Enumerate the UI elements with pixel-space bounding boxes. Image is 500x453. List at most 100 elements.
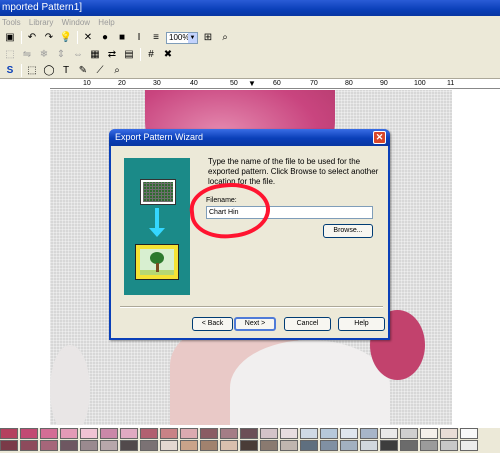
snowflake-icon[interactable]: ❄ — [37, 48, 51, 61]
zoom-select[interactable]: 100% ▼ — [166, 31, 198, 44]
italic-text-icon[interactable]: I — [132, 31, 146, 44]
full-cross-icon[interactable]: ✖ — [161, 48, 175, 61]
rectangle-select-icon[interactable]: ⬚ — [25, 64, 39, 77]
color-swatch[interactable] — [440, 440, 458, 451]
flip-vertical-icon[interactable]: ⇕ — [54, 48, 68, 61]
color-swatch[interactable] — [420, 440, 438, 451]
color-swatch[interactable] — [60, 428, 78, 439]
color-swatch[interactable] — [380, 428, 398, 439]
color-palette-icon[interactable]: ▦ — [88, 48, 102, 61]
lasso-select-icon[interactable]: ◯ — [42, 64, 56, 77]
color-swatch[interactable] — [240, 428, 258, 439]
color-swatch[interactable] — [220, 428, 238, 439]
color-swatch[interactable] — [80, 428, 98, 439]
mirror-icon[interactable]: ⇋ — [20, 48, 34, 61]
ruler-label: 30 — [153, 80, 161, 87]
color-swatch[interactable] — [400, 440, 418, 451]
color-swatch[interactable] — [40, 440, 58, 451]
color-swatch[interactable] — [200, 440, 218, 451]
cross-stitch-icon[interactable]: ✕ — [81, 31, 95, 44]
cancel-button[interactable]: Cancel — [284, 317, 331, 331]
color-swatch[interactable] — [80, 440, 98, 451]
color-swatch[interactable] — [320, 428, 338, 439]
palette-row — [0, 440, 500, 452]
undo-icon[interactable]: ↶ — [25, 31, 39, 44]
color-swatch[interactable] — [160, 440, 178, 451]
next-button[interactable]: Next > — [234, 317, 276, 331]
menu-window[interactable]: Window — [62, 18, 90, 27]
toolbar-separator — [140, 47, 141, 61]
close-icon[interactable]: ✕ — [373, 131, 386, 144]
window-title-bar: mported Pattern1] — [0, 0, 500, 16]
menu-library[interactable]: Library — [29, 18, 53, 27]
select-region-icon[interactable]: ⬚ — [3, 48, 17, 61]
color-swatch[interactable] — [200, 428, 218, 439]
bead-icon[interactable]: ● — [98, 31, 112, 44]
color-swatch[interactable] — [140, 428, 158, 439]
color-swatch[interactable] — [180, 440, 198, 451]
paste-icon[interactable]: ▣ — [3, 31, 17, 44]
back-button[interactable]: < Back — [192, 317, 233, 331]
color-swatch[interactable] — [300, 428, 318, 439]
color-swatch[interactable] — [260, 428, 278, 439]
color-swatch[interactable] — [400, 428, 418, 439]
flip-horizontal-icon[interactable]: ⇔ — [71, 48, 85, 61]
browse-button[interactable]: Browse... — [323, 224, 373, 238]
color-swatch[interactable] — [340, 428, 358, 439]
ruler-label: 50 — [230, 80, 238, 87]
color-swatch[interactable] — [100, 440, 118, 451]
horizontal-ruler: 10 20 30 40 50 ▼ 60 70 80 90 100 11 — [50, 79, 500, 89]
menu-help[interactable]: Help — [98, 18, 114, 27]
block-icon[interactable]: ■ — [115, 31, 129, 44]
tip-icon[interactable]: 💡 — [59, 31, 73, 44]
preview-icon[interactable]: ▤ — [122, 48, 136, 61]
chart-icon — [140, 179, 176, 205]
chevron-down-icon[interactable]: ▼ — [188, 32, 197, 43]
magnifier-icon[interactable]: ⌕ — [110, 64, 124, 77]
color-swatch[interactable] — [260, 440, 278, 451]
color-swatch[interactable] — [280, 428, 298, 439]
color-swatch[interactable] — [380, 440, 398, 451]
ruler-label: 90 — [380, 80, 388, 87]
color-swatch[interactable] — [220, 440, 238, 451]
text-format-icon[interactable]: ≡ — [149, 31, 163, 44]
color-swatch[interactable] — [320, 440, 338, 451]
color-picker-icon[interactable]: ⟋ — [93, 64, 107, 77]
color-swatch[interactable] — [360, 440, 378, 451]
fit-icon[interactable]: ⊞ — [201, 31, 215, 44]
ruler-label: 80 — [345, 80, 353, 87]
color-swatch[interactable] — [420, 428, 438, 439]
color-swatch[interactable] — [0, 440, 18, 451]
replace-color-icon[interactable]: ⇄ — [105, 48, 119, 61]
color-swatch[interactable] — [60, 440, 78, 451]
color-swatch[interactable] — [280, 440, 298, 451]
color-swatch[interactable] — [20, 440, 38, 451]
color-swatch[interactable] — [340, 440, 358, 451]
help-button[interactable]: Help — [338, 317, 385, 331]
color-swatch[interactable] — [460, 440, 478, 451]
color-swatch[interactable] — [360, 428, 378, 439]
color-swatch[interactable] — [240, 440, 258, 451]
grid-icon[interactable]: # — [144, 48, 158, 61]
color-swatch[interactable] — [160, 428, 178, 439]
color-swatch[interactable] — [440, 428, 458, 439]
color-swatch[interactable] — [300, 440, 318, 451]
color-swatch[interactable] — [20, 428, 38, 439]
export-pattern-wizard-dialog: Export Pattern Wizard ✕ Type the name of… — [109, 129, 390, 340]
color-swatch[interactable] — [140, 440, 158, 451]
color-swatch[interactable] — [0, 428, 18, 439]
redo-icon[interactable]: ↷ — [42, 31, 56, 44]
color-swatch[interactable] — [100, 428, 118, 439]
menu-tools[interactable]: Tools — [2, 18, 21, 27]
text-tool-icon[interactable]: T — [59, 64, 73, 77]
pencil-icon[interactable]: ✎ — [76, 64, 90, 77]
color-swatch[interactable] — [120, 440, 138, 451]
toolbar-drawing: S ⬚ ◯ T ✎ ⟋ ⌕ — [0, 62, 500, 79]
color-swatch[interactable] — [40, 428, 58, 439]
color-swatch[interactable] — [460, 428, 478, 439]
picture-scene-icon — [140, 249, 174, 275]
stitch-type-icon[interactable]: S — [3, 64, 17, 77]
color-swatch[interactable] — [180, 428, 198, 439]
color-swatch[interactable] — [120, 428, 138, 439]
zoom-tool-icon[interactable]: ⌕ — [218, 31, 232, 44]
